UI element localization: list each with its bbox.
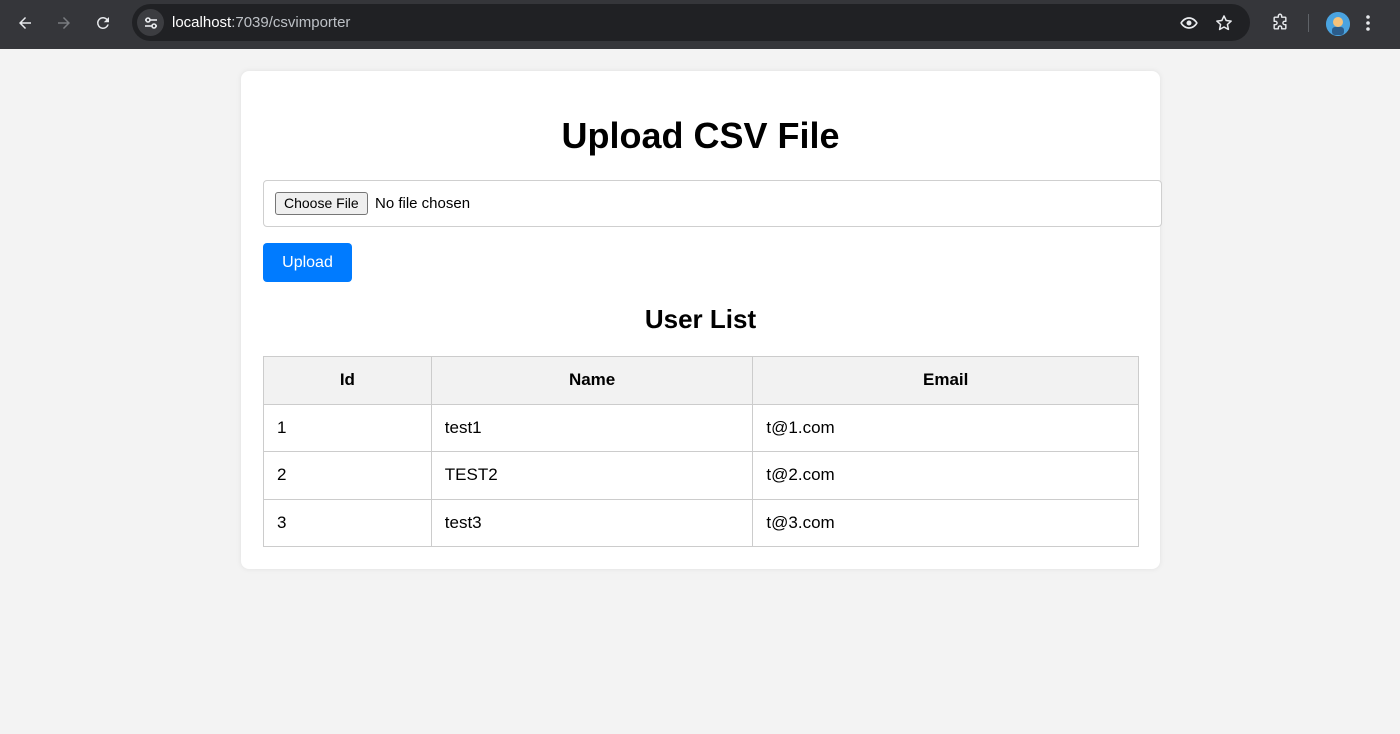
toolbar-divider	[1308, 14, 1309, 32]
browser-menu-button[interactable]	[1356, 11, 1380, 35]
file-status-text: No file chosen	[375, 195, 471, 212]
bookmark-button[interactable]	[1213, 12, 1235, 34]
reload-button[interactable]	[88, 8, 118, 38]
star-icon	[1216, 15, 1232, 31]
puzzle-icon	[1273, 13, 1287, 30]
file-input[interactable]: Choose File No file chosen	[263, 180, 1162, 227]
profile-avatar[interactable]	[1326, 12, 1350, 36]
extensions-button[interactable]	[1268, 11, 1292, 35]
user-list-heading: User List	[644, 304, 757, 334]
upload-button[interactable]: Upload	[263, 243, 352, 282]
cell-id: 2	[263, 451, 432, 500]
column-header-id: Id	[263, 356, 432, 405]
table-row: 3 test3 t@3.com	[263, 498, 1139, 547]
browser-toolbar: localhost:7039/csvimporter	[0, 0, 1400, 49]
choose-file-button[interactable]: Choose File	[275, 192, 368, 215]
cell-email: t@3.com	[752, 498, 1139, 547]
page-title: Upload CSV File	[561, 115, 840, 156]
tune-icon	[144, 16, 157, 29]
table-row: 1 test1 t@1.com	[263, 403, 1139, 452]
eye-icon	[1180, 17, 1198, 29]
cell-name: test3	[430, 498, 754, 547]
arrow-left-icon	[19, 17, 31, 29]
table-header-row: Id Name Email	[263, 356, 1139, 405]
cell-id: 3	[263, 498, 432, 547]
upload-card: Upload CSV File Choose File No file chos…	[241, 71, 1162, 569]
cell-name: test1	[430, 403, 754, 452]
table-row: 2 TEST2 t@2.com	[263, 451, 1139, 500]
column-header-name: Name	[430, 356, 754, 405]
avatar-icon	[1326, 12, 1350, 36]
cell-id: 1	[263, 403, 432, 452]
kebab-menu-icon	[1366, 15, 1370, 31]
column-header-email: Email	[752, 356, 1139, 405]
cell-name: TEST2	[430, 451, 754, 500]
back-button[interactable]	[10, 8, 40, 38]
arrow-right-icon	[58, 17, 70, 29]
url-path: :7039/csvimporter	[231, 14, 351, 31]
reload-icon	[97, 17, 109, 29]
forward-button[interactable]	[49, 8, 79, 38]
eye-button[interactable]	[1178, 12, 1200, 34]
url-text: localhost:7039/csvimporter	[172, 14, 350, 31]
site-info-button[interactable]	[137, 9, 164, 36]
cell-email: t@1.com	[752, 403, 1139, 452]
url-host: localhost	[172, 14, 232, 31]
cell-email: t@2.com	[752, 451, 1139, 500]
address-bar[interactable]: localhost:7039/csvimporter	[132, 4, 1250, 41]
user-table: Id Name Email 1 test1 t@1.com 2 TEST2 t@…	[263, 356, 1139, 547]
